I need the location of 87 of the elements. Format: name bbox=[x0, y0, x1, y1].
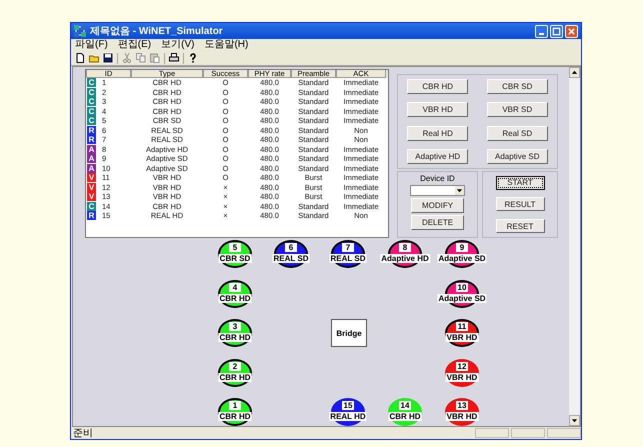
node-number: 15 bbox=[342, 401, 354, 410]
type-icon: C bbox=[87, 88, 96, 97]
close-button[interactable] bbox=[565, 24, 578, 38]
device-id-dropdown[interactable] bbox=[410, 185, 465, 196]
close-icon bbox=[567, 26, 576, 36]
node-label: CBR HD bbox=[218, 412, 252, 421]
status-pane bbox=[547, 428, 581, 438]
status-text: 준비 bbox=[73, 427, 94, 440]
add-type-button[interactable]: Real SD bbox=[486, 126, 548, 141]
minimize-button[interactable] bbox=[535, 24, 548, 38]
add-type-button[interactable]: Adaptive SD bbox=[486, 148, 548, 164]
type-icon: C bbox=[87, 78, 96, 88]
add-type-button[interactable]: VBR HD bbox=[407, 102, 468, 118]
node-number: 2 bbox=[229, 362, 241, 371]
scroll-up-icon[interactable] bbox=[571, 69, 578, 76]
type-icon: A bbox=[87, 164, 96, 173]
menu-item[interactable]: 보기(V) bbox=[161, 39, 194, 51]
add-type-button[interactable]: CBR HD bbox=[407, 79, 468, 94]
add-type-button[interactable]: VBR SD bbox=[486, 102, 548, 118]
node-number: 11 bbox=[456, 322, 468, 331]
node-label: VBR HD bbox=[446, 373, 478, 382]
control-button[interactable]: START bbox=[496, 176, 544, 190]
add-type-button[interactable]: Real HD bbox=[407, 126, 468, 141]
device-id-label: Device ID bbox=[420, 174, 455, 183]
bridge-node[interactable]: Bridge bbox=[331, 319, 367, 347]
help-icon[interactable] bbox=[188, 53, 198, 63]
type-icon: V bbox=[87, 192, 96, 202]
node-number: 5 bbox=[229, 243, 241, 252]
type-icon: R bbox=[87, 126, 96, 135]
add-type-button[interactable]: Adaptive HD bbox=[407, 148, 468, 164]
status-pane bbox=[511, 428, 545, 438]
type-icon: V bbox=[87, 182, 96, 192]
node-number: 14 bbox=[399, 401, 411, 410]
node-number: 9 bbox=[456, 243, 468, 252]
printer-icon[interactable] bbox=[169, 53, 179, 63]
node-number: 4 bbox=[229, 283, 241, 292]
menu-item[interactable]: 도움말(H) bbox=[204, 39, 248, 51]
node-number: 6 bbox=[285, 243, 297, 252]
type-icon: A bbox=[87, 154, 96, 164]
menu-item[interactable]: 파일(F) bbox=[75, 39, 108, 51]
vertical-scrollbar[interactable] bbox=[569, 67, 580, 426]
open-folder-icon[interactable] bbox=[89, 53, 99, 63]
maximize-button[interactable] bbox=[550, 24, 563, 38]
node-label: CBR HD bbox=[388, 412, 422, 421]
node-label: Adaptive SD bbox=[437, 254, 487, 263]
node-label: CBR HD bbox=[218, 294, 252, 303]
node-label: Adaptive SD bbox=[437, 294, 487, 303]
type-icon: R bbox=[87, 135, 96, 144]
node-number: 10 bbox=[456, 283, 468, 292]
node-label: VBR HD bbox=[446, 412, 478, 421]
new-file-icon[interactable] bbox=[75, 53, 85, 63]
node-number: 8 bbox=[399, 243, 411, 252]
type-icon: R bbox=[87, 211, 96, 220]
minimize-icon bbox=[539, 32, 544, 34]
type-icon: C bbox=[87, 106, 96, 116]
add-type-button[interactable]: CBR SD bbox=[486, 79, 548, 94]
device-action-button[interactable]: DELETE bbox=[411, 215, 464, 230]
maximize-icon bbox=[552, 26, 561, 36]
node-label: REAL SD bbox=[272, 254, 310, 263]
node-label: CBR HD bbox=[218, 373, 252, 382]
status-pane bbox=[475, 428, 509, 438]
node-label: CBR HD bbox=[218, 333, 252, 342]
node-number: 12 bbox=[456, 362, 468, 371]
control-button[interactable]: RESET bbox=[496, 219, 544, 234]
node-label: Adaptive HD bbox=[380, 254, 430, 263]
scroll-down-icon[interactable] bbox=[571, 417, 578, 424]
control-button[interactable]: RESULT bbox=[496, 197, 544, 212]
window-title: 제목없음 - WiNET_Simulator bbox=[90, 25, 224, 38]
paste-icon[interactable] bbox=[150, 53, 160, 63]
type-icon: C bbox=[87, 116, 96, 126]
menu-item[interactable]: 편집(E) bbox=[118, 39, 152, 51]
node-number: 1 bbox=[229, 401, 241, 410]
node-label: REAL SD bbox=[330, 254, 366, 263]
type-icon: C bbox=[87, 97, 96, 106]
device-action-button[interactable]: MODIFY bbox=[411, 198, 464, 213]
type-icon: V bbox=[87, 173, 96, 182]
node-label: VBR HD bbox=[446, 333, 478, 342]
dropdown-arrow-icon bbox=[456, 187, 463, 194]
network-icon bbox=[74, 25, 86, 37]
node-number: 13 bbox=[456, 401, 468, 410]
type-icon: A bbox=[87, 144, 96, 154]
type-icon: C bbox=[87, 202, 96, 211]
node-number: 3 bbox=[229, 322, 241, 331]
node-number: 7 bbox=[342, 243, 354, 252]
node-label: CBR SD bbox=[218, 254, 252, 263]
save-icon[interactable] bbox=[103, 53, 113, 63]
node-label: REAL HD bbox=[329, 412, 367, 421]
